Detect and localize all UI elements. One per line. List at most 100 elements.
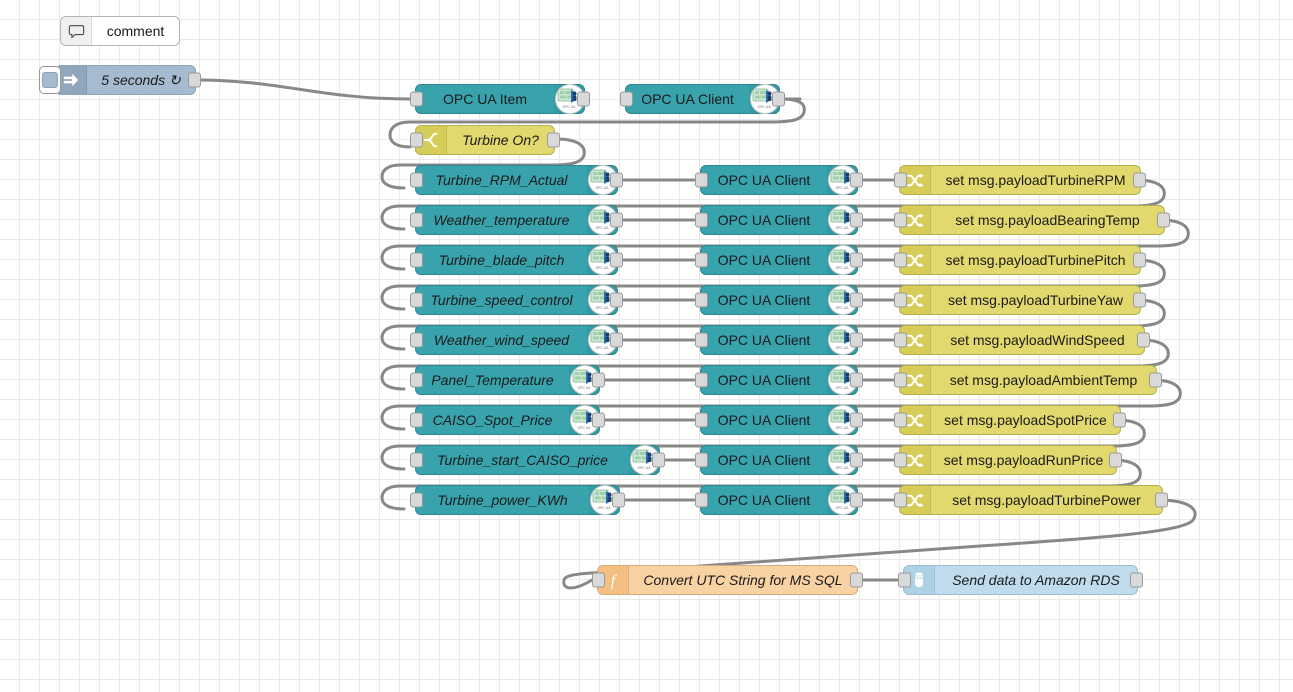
input-port[interactable] — [695, 332, 708, 348]
opcua-item-input-port[interactable] — [410, 91, 423, 107]
input-port[interactable] — [894, 492, 907, 508]
database-input-port[interactable] — [898, 572, 911, 588]
flow-canvas[interactable]: comment 5 seconds ↻ OPC UA Item OPC UA O… — [0, 0, 1293, 692]
output-port[interactable] — [850, 332, 863, 348]
inject-node[interactable]: 5 seconds ↻ — [39, 65, 201, 95]
output-port[interactable] — [1137, 332, 1150, 348]
opcua-client-top-output-port[interactable] — [772, 91, 785, 107]
change-node-row-5[interactable]: set msg.payloadWindSpeed — [894, 325, 1150, 355]
opcua-item-output-port[interactable] — [577, 91, 590, 107]
output-port[interactable] — [592, 372, 605, 388]
change-node-row-2[interactable]: set msg.payloadBearingTemp — [894, 205, 1170, 235]
input-port[interactable] — [410, 252, 423, 268]
inject-trigger-button[interactable] — [39, 66, 61, 94]
function-input-port[interactable] — [592, 572, 605, 588]
input-port[interactable] — [894, 332, 907, 348]
input-port[interactable] — [695, 252, 708, 268]
output-port[interactable] — [850, 492, 863, 508]
output-port[interactable] — [1113, 412, 1126, 428]
change-node-row-9[interactable]: set msg.payloadTurbinePower — [894, 485, 1168, 515]
output-port[interactable] — [850, 452, 863, 468]
output-port[interactable] — [592, 412, 605, 428]
change-node-row-1[interactable]: set msg.payloadTurbineRPM — [894, 165, 1146, 195]
opcua-item-node-row-2[interactable]: Weather_temperature OPC UA — [410, 205, 623, 235]
output-port[interactable] — [850, 372, 863, 388]
output-port[interactable] — [850, 172, 863, 188]
opcua-item-node-row-4[interactable]: Turbine_speed_control OPC UA — [410, 285, 623, 315]
opcua-client-node-top[interactable]: OPC UA Client OPC UA — [620, 84, 785, 114]
inject-output-port[interactable] — [188, 72, 201, 88]
comment-node[interactable]: comment — [60, 16, 180, 46]
change-node-row-4[interactable]: set msg.payloadTurbineYaw — [894, 285, 1146, 315]
opcua-client-node-row-9[interactable]: OPC UA Client OPC UA — [695, 485, 863, 515]
input-port[interactable] — [410, 172, 423, 188]
switch-input-port[interactable] — [410, 132, 423, 148]
input-port[interactable] — [894, 292, 907, 308]
input-port[interactable] — [695, 412, 708, 428]
input-port[interactable] — [410, 332, 423, 348]
input-port[interactable] — [410, 492, 423, 508]
output-port[interactable] — [612, 492, 625, 508]
input-port[interactable] — [894, 412, 907, 428]
opcua-client-node-row-3[interactable]: OPC UA Client OPC UA — [695, 245, 863, 275]
opcua-client-node-row-5[interactable]: OPC UA Client OPC UA — [695, 325, 863, 355]
database-node-amazon-rds[interactable]: Send data to Amazon RDS — [898, 565, 1143, 595]
change-node-row-7[interactable]: set msg.payloadSpotPrice — [894, 405, 1126, 435]
database-output-port[interactable] — [1130, 572, 1143, 588]
change-node-row-3[interactable]: set msg.payloadTurbinePitch — [894, 245, 1146, 275]
opcua-item-node-row-7[interactable]: CAISO_Spot_Price OPC UA — [410, 405, 605, 435]
output-port[interactable] — [1157, 212, 1170, 228]
input-port[interactable] — [695, 372, 708, 388]
input-port[interactable] — [894, 172, 907, 188]
output-port[interactable] — [1109, 452, 1122, 468]
function-output-port[interactable] — [850, 572, 863, 588]
output-port[interactable] — [850, 292, 863, 308]
input-port[interactable] — [894, 452, 907, 468]
opcua-client-node-row-8[interactable]: OPC UA Client OPC UA — [695, 445, 863, 475]
opcua-client-node-row-6[interactable]: OPC UA Client OPC UA — [695, 365, 863, 395]
output-port[interactable] — [1133, 172, 1146, 188]
output-port[interactable] — [610, 292, 623, 308]
opcua-item-node-row-1[interactable]: Turbine_RPM_Actual OPC UA — [410, 165, 623, 195]
input-port[interactable] — [410, 292, 423, 308]
input-port[interactable] — [894, 252, 907, 268]
input-port[interactable] — [695, 172, 708, 188]
input-port[interactable] — [894, 372, 907, 388]
output-port[interactable] — [610, 252, 623, 268]
opcua-item-node-row-5[interactable]: Weather_wind_speed OPC UA — [410, 325, 623, 355]
opcua-client-node-row-2[interactable]: OPC UA Client OPC UA — [695, 205, 863, 235]
input-port[interactable] — [410, 372, 423, 388]
output-port[interactable] — [1155, 492, 1168, 508]
output-port[interactable] — [1149, 372, 1162, 388]
opcua-item-node-row-6[interactable]: Panel_Temperature OPC UA — [410, 365, 605, 395]
input-port[interactable] — [695, 292, 708, 308]
output-port[interactable] — [1133, 292, 1146, 308]
output-port[interactable] — [610, 212, 623, 228]
opcua-item-node-row-8[interactable]: Turbine_start_CAISO_price OPC UA — [410, 445, 665, 475]
input-port[interactable] — [410, 452, 423, 468]
input-port[interactable] — [410, 412, 423, 428]
input-port[interactable] — [695, 492, 708, 508]
output-port[interactable] — [850, 412, 863, 428]
change-node-row-6[interactable]: set msg.payloadAmbientTemp — [894, 365, 1162, 395]
output-port[interactable] — [1133, 252, 1146, 268]
output-port[interactable] — [610, 172, 623, 188]
input-port[interactable] — [695, 452, 708, 468]
opcua-item-node-row-9[interactable]: Turbine_power_KWh OPC UA — [410, 485, 625, 515]
opcua-item-node[interactable]: OPC UA Item OPC UA — [410, 84, 590, 114]
input-port[interactable] — [894, 212, 907, 228]
opcua-item-node-row-3[interactable]: Turbine_blade_pitch OPC UA — [410, 245, 623, 275]
opcua-client-node-row-1[interactable]: OPC UA Client OPC UA — [695, 165, 863, 195]
opcua-client-node-row-4[interactable]: OPC UA Client OPC UA — [695, 285, 863, 315]
output-port[interactable] — [850, 212, 863, 228]
output-port[interactable] — [850, 252, 863, 268]
switch-output-port[interactable] — [547, 132, 560, 148]
output-port[interactable] — [610, 332, 623, 348]
switch-node-turbine-on[interactable]: Turbine On? — [410, 125, 560, 155]
opcua-client-node-row-7[interactable]: OPC UA Client OPC UA — [695, 405, 863, 435]
input-port[interactable] — [410, 212, 423, 228]
change-node-row-8[interactable]: set msg.payloadRunPrice — [894, 445, 1122, 475]
opcua-client-top-input-port[interactable] — [620, 91, 633, 107]
function-node-convert-utc[interactable]: f Convert UTC String for MS SQL — [592, 565, 863, 595]
output-port[interactable] — [652, 452, 665, 468]
